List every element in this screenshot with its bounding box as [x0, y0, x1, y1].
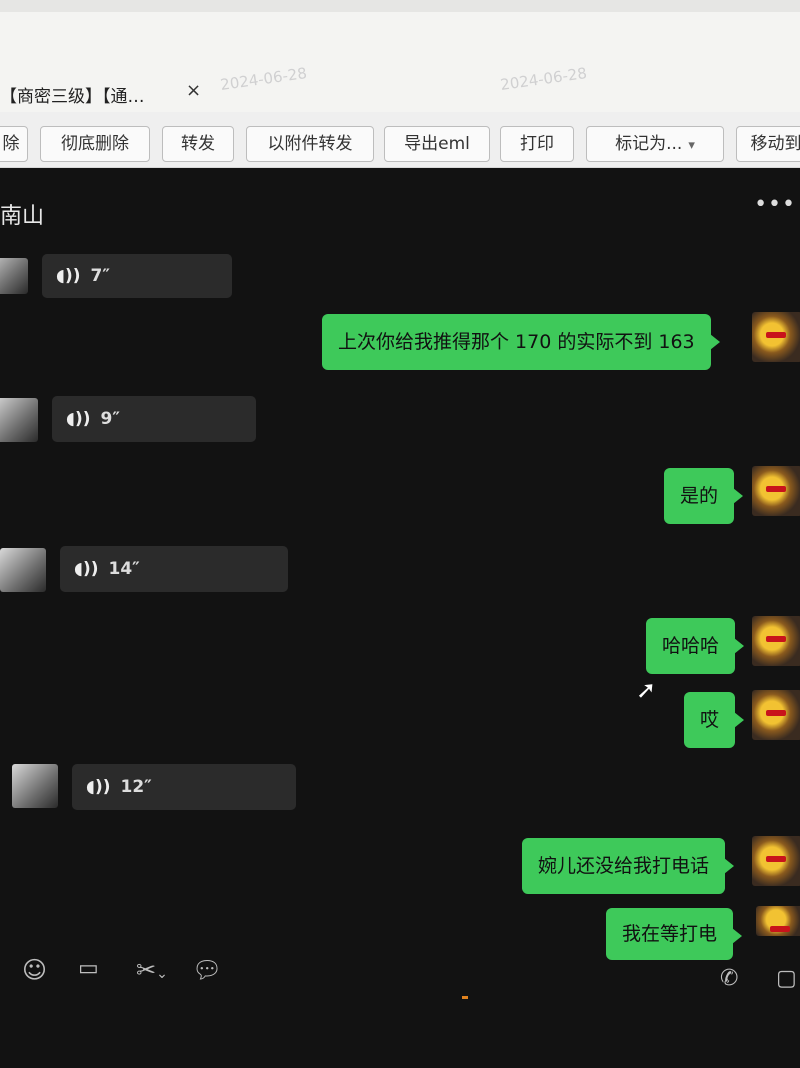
voice-wave-icon: ◖)) [86, 777, 111, 797]
forward-button[interactable]: 转发 [162, 126, 234, 162]
chat-input-toolbar: ☺ ▭ ✂⌄ 💬︎ ✆ ▢ [0, 950, 800, 1000]
voice-message[interactable]: ◖)) 7″ [42, 254, 232, 298]
avatar[interactable] [0, 398, 38, 442]
voice-message[interactable]: ◖)) 9″ [52, 396, 256, 442]
more-icon[interactable]: ••• [754, 192, 796, 217]
voice-duration: 7″ [90, 266, 110, 286]
mouse-cursor-icon: ➚ [636, 676, 657, 704]
indicator-dot [462, 996, 468, 999]
chevron-down-icon: ⌄ [156, 966, 168, 982]
top-strip [0, 0, 800, 12]
voice-wave-icon: ◖)) [56, 266, 81, 286]
watermark: 2024-06-28 [219, 64, 309, 94]
mail-toolbar: 除 彻底删除 转发 以附件转发 导出eml 打印 标记为... ▾ 移动到 [0, 112, 800, 168]
chat-title: 南山 [0, 204, 45, 229]
sent-message[interactable]: 上次你给我推得那个 170 的实际不到 163 [322, 314, 720, 370]
voice-duration: 12″ [120, 777, 152, 797]
chat-bubble-icon[interactable]: 💬︎ [192, 956, 222, 984]
sent-message[interactable]: 哈哈哈 [646, 618, 745, 674]
avatar[interactable] [752, 836, 800, 886]
mail-window-header: 2024-06-28 2024-06-28 【商密三级】【通… × [0, 0, 800, 112]
export-eml-button[interactable]: 导出eml [384, 126, 490, 162]
folder-icon[interactable]: ▭ [78, 956, 99, 981]
avatar[interactable] [756, 906, 800, 936]
chat-window: 南山 ••• ◖)) 7″ 上次你给我推得那个 170 的实际不到 163 ◖))… [0, 168, 800, 1068]
forward-as-attachment-button[interactable]: 以附件转发 [246, 126, 374, 162]
sent-message[interactable]: 婉儿还没给我打电话 [522, 838, 735, 894]
voice-message[interactable]: ◖)) 14″ [60, 546, 288, 592]
print-button[interactable]: 打印 [500, 126, 574, 162]
scissors-icon[interactable]: ✂⌄ [136, 956, 168, 984]
delete-button[interactable]: 除 [0, 126, 28, 162]
voice-duration: 14″ [108, 559, 140, 579]
avatar[interactable] [752, 690, 800, 740]
emoji-icon[interactable]: ☺ [22, 956, 47, 984]
avatar[interactable] [752, 616, 800, 666]
voice-wave-icon: ◖)) [74, 559, 99, 579]
chevron-down-icon: ▾ [688, 138, 695, 153]
mark-as-dropdown[interactable]: 标记为... ▾ [586, 126, 724, 162]
phone-icon[interactable]: ✆ [720, 966, 738, 991]
video-icon[interactable]: ▢ [776, 966, 797, 991]
move-to-button[interactable]: 移动到 [736, 126, 800, 162]
avatar[interactable] [0, 548, 46, 592]
avatar[interactable] [752, 312, 800, 362]
permanent-delete-button[interactable]: 彻底删除 [40, 126, 150, 162]
voice-wave-icon: ◖)) [66, 409, 91, 429]
avatar[interactable] [0, 258, 28, 294]
avatar[interactable] [752, 466, 800, 516]
watermark: 2024-06-28 [499, 64, 589, 94]
close-icon[interactable]: × [186, 80, 201, 101]
mail-tab-title[interactable]: 【商密三级】【通… [0, 82, 145, 107]
sent-message[interactable]: 哎 [684, 692, 745, 748]
avatar[interactable] [12, 764, 58, 808]
voice-duration: 9″ [100, 409, 120, 429]
voice-message[interactable]: ◖)) 12″ [72, 764, 296, 810]
sent-message[interactable]: 是的 [664, 468, 744, 524]
